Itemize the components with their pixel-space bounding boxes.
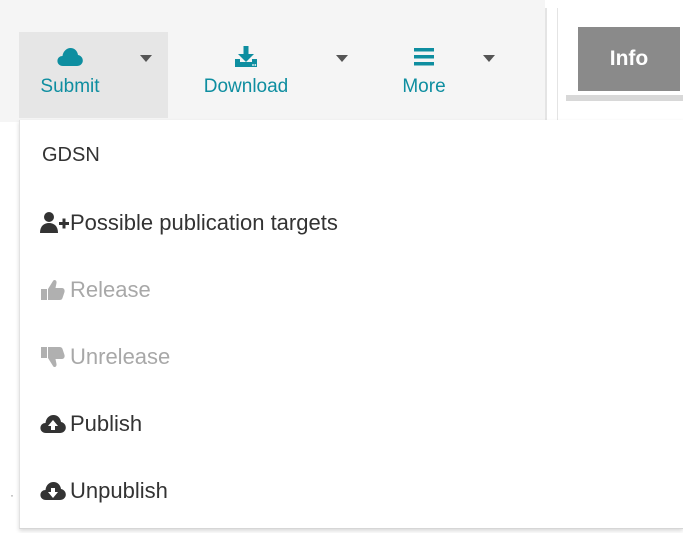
submit-dropdown-menu: GDSN Possible publication targets Releas… bbox=[19, 120, 683, 529]
cloud-upload-icon bbox=[40, 415, 66, 433]
menu-item-label: Publish bbox=[70, 411, 143, 436]
menu-item-label: Release bbox=[70, 277, 151, 302]
menu-item-label: Unpublish bbox=[70, 478, 168, 503]
menu-item-unrelease[interactable]: Unrelease bbox=[40, 340, 170, 374]
app-frame: Submit Download More Info · GDSN Possibl… bbox=[0, 0, 683, 533]
menu-item-publish[interactable]: Publish bbox=[40, 407, 142, 441]
thumbs-down-icon bbox=[41, 347, 65, 368]
download-dropdown-caret[interactable] bbox=[336, 55, 348, 62]
tab-info-underline bbox=[566, 95, 683, 101]
thumbs-up-icon bbox=[41, 279, 65, 300]
menu-item-possible-publication-targets[interactable]: Possible publication targets bbox=[40, 206, 338, 240]
submit-button[interactable]: Submit bbox=[19, 32, 168, 118]
submit-dropdown-caret[interactable] bbox=[140, 55, 152, 62]
menu-item-unpublish[interactable]: Unpublish bbox=[40, 474, 168, 508]
more-label: More bbox=[402, 76, 446, 97]
menu-section-header: GDSN bbox=[42, 144, 100, 166]
menu-item-label: Unrelease bbox=[70, 344, 171, 369]
add-user-icon bbox=[40, 212, 69, 233]
toolbar-divider bbox=[545, 8, 547, 120]
more-button[interactable]: More bbox=[384, 32, 464, 118]
download-button[interactable]: Download bbox=[186, 32, 326, 118]
submit-label: Submit bbox=[40, 76, 100, 97]
toolbar-divider-secondary bbox=[557, 8, 558, 120]
hamburger-menu-icon bbox=[414, 48, 434, 66]
more-dropdown-caret[interactable] bbox=[483, 55, 495, 62]
tab-info-label: Info bbox=[609, 47, 649, 70]
menu-item-label: Possible publication targets bbox=[70, 210, 338, 235]
tab-info[interactable]: Info bbox=[578, 27, 680, 91]
cloud-download-icon bbox=[40, 482, 66, 500]
menu-item-release[interactable]: Release bbox=[40, 273, 151, 307]
stray-dot: · bbox=[10, 488, 14, 502]
download-icon bbox=[235, 46, 257, 67]
download-label: Download bbox=[203, 76, 289, 97]
cloud-icon bbox=[57, 48, 83, 66]
